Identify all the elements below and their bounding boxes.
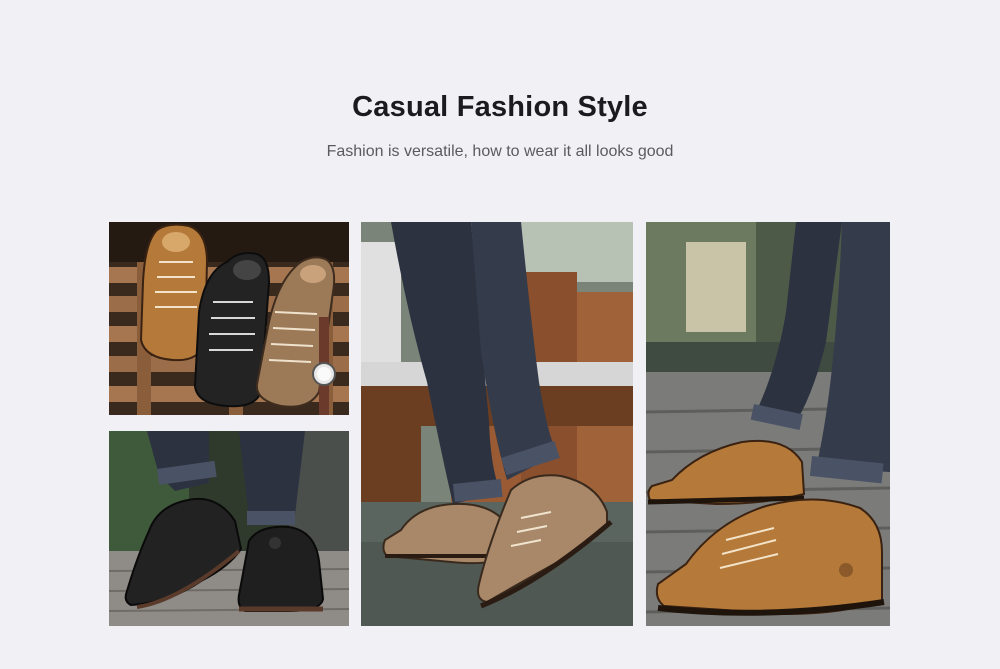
section-subtitle: Fashion is versatile, how to wear it all… xyxy=(326,143,674,160)
section-title: Casual Fashion Style xyxy=(352,91,648,123)
product-feature-section: Casual Fashion Style Fashion is versatil… xyxy=(0,0,1000,669)
photo-brown-shoes-walking xyxy=(646,222,890,626)
photo-khaki-shoes-walking xyxy=(361,222,633,626)
photo-three-shoes-on-pallet xyxy=(109,222,349,415)
photo-black-shoes-walking xyxy=(109,431,349,626)
